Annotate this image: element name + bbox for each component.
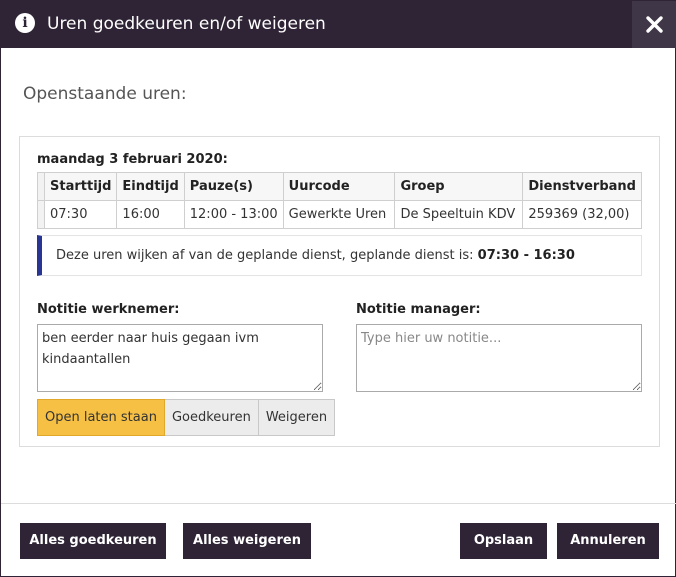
table-header-row: Starttijd Eindtijd Pauze(s) Uurcode Groe… <box>37 172 642 201</box>
status-option-group: Open laten staan Goedkeuren Weigeren <box>37 399 336 436</box>
approve-all-button[interactable]: Alles goedkeuren <box>20 523 166 559</box>
alert-text: Deze uren wijken af van de geplande dien… <box>56 248 478 263</box>
cell-starttijd: 07:30 <box>43 200 118 229</box>
cancel-button[interactable]: Annuleren <box>557 523 659 559</box>
section-title: Openstaande uren: <box>23 84 187 104</box>
column-header-groep: Groep <box>394 172 524 201</box>
manager-note-label: Notitie manager: <box>356 302 481 317</box>
deviation-alert: Deze uren wijken af van de geplande dien… <box>37 235 642 276</box>
approve-option[interactable]: Goedkeuren <box>164 399 259 436</box>
cell-uurcode: Gewerkte Uren <box>282 200 396 229</box>
row-selector-header <box>37 172 45 201</box>
column-header-starttijd: Starttijd <box>43 172 118 201</box>
column-header-uurcode: Uurcode <box>282 172 396 201</box>
column-header-pauzes: Pauze(s) <box>183 172 284 201</box>
column-header-eindtijd: Eindtijd <box>116 172 185 201</box>
row-selector[interactable] <box>37 200 45 229</box>
hours-entry-panel: maandag 3 februari 2020: Starttijd Eindt… <box>19 136 660 447</box>
employee-note-field[interactable]: ben eerder naar huis gegaan ivm kindaant… <box>37 324 323 392</box>
reject-all-button[interactable]: Alles weigeren <box>183 523 311 559</box>
table-row: 07:30 16:00 12:00 - 13:00 Gewerkte Uren … <box>37 200 642 229</box>
entry-date: maandag 3 februari 2020: <box>37 152 228 167</box>
save-button[interactable]: Opslaan <box>460 523 547 559</box>
dialog-header: i Uren goedkeuren en/of weigeren <box>1 1 676 48</box>
info-circle-icon: i <box>15 13 35 33</box>
hours-table: Starttijd Eindtijd Pauze(s) Uurcode Groe… <box>37 172 642 229</box>
alert-planned-shift: 07:30 - 16:30 <box>477 248 575 263</box>
cell-dienstverband: 259369 (32,00) <box>522 200 642 229</box>
employee-note-label: Notitie werknemer: <box>37 302 180 317</box>
footer-divider <box>1 503 676 504</box>
keep-open-option[interactable]: Open laten staan <box>37 399 165 436</box>
reject-option[interactable]: Weigeren <box>258 399 336 436</box>
manager-note-field[interactable] <box>356 324 642 392</box>
cell-eindtijd: 16:00 <box>116 200 185 229</box>
cell-pauzes: 12:00 - 13:00 <box>183 200 284 229</box>
cell-groep: De Speeltuin KDV <box>394 200 524 229</box>
close-button[interactable] <box>632 1 676 48</box>
approve-hours-dialog: i Uren goedkeuren en/of weigeren Opensta… <box>0 0 676 577</box>
close-x-icon <box>646 16 663 33</box>
column-header-dienstverband: Dienstverband <box>522 172 642 201</box>
dialog-title: Uren goedkeuren en/of weigeren <box>47 14 326 34</box>
